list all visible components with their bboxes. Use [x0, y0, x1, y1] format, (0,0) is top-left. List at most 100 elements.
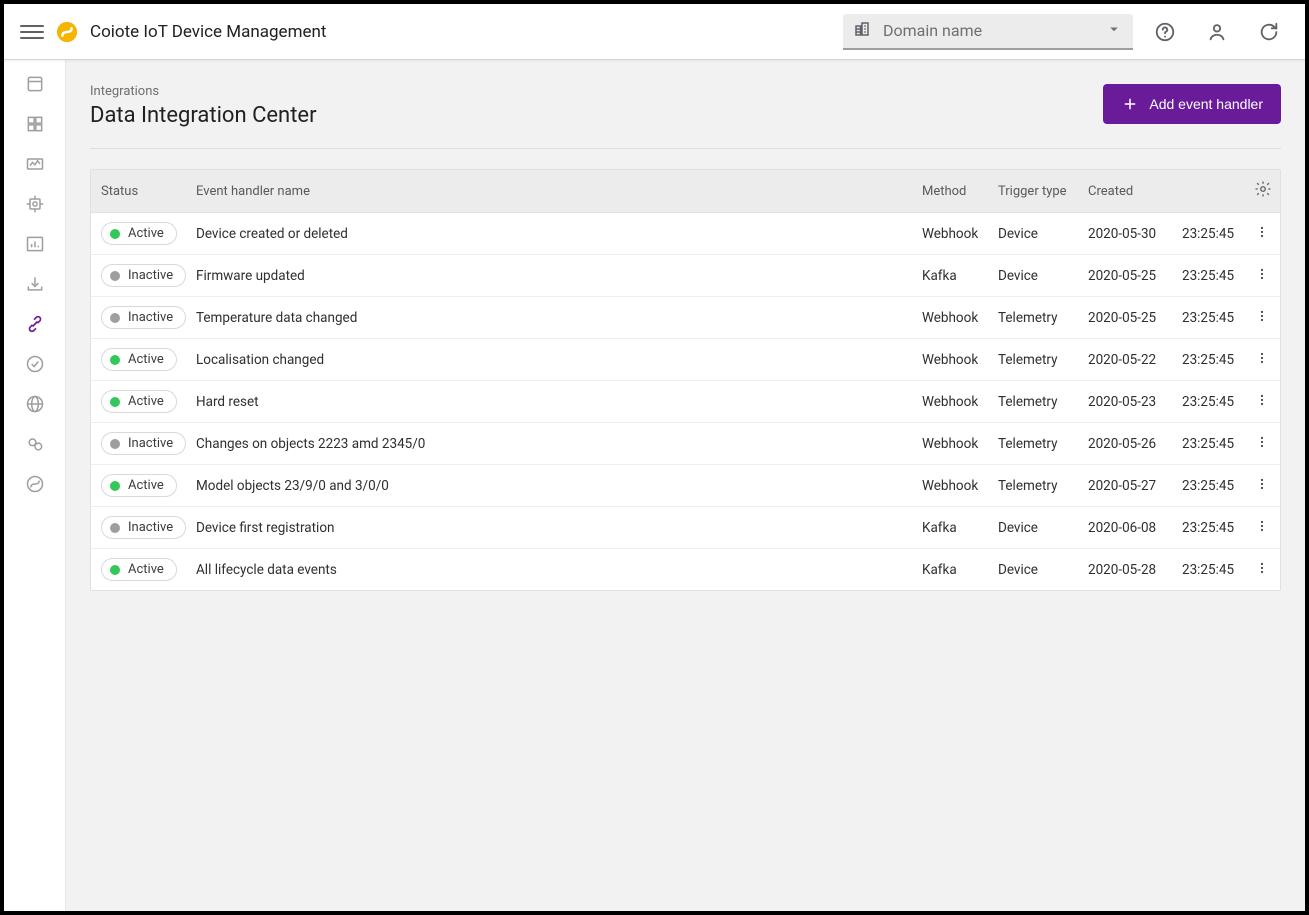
status-badge: Inactive [101, 264, 186, 287]
table-row[interactable]: InactiveFirmware updatedKafkaDevice2020-… [91, 255, 1280, 297]
status-label: Active [128, 562, 164, 577]
account-button[interactable] [1197, 12, 1237, 52]
add-event-handler-button[interactable]: Add event handler [1103, 84, 1281, 124]
row-menu-button[interactable] [1244, 549, 1280, 591]
main-content: Integrations Data Integration Center Add… [66, 60, 1305, 911]
gear-icon [1254, 180, 1272, 198]
cell-trigger: Device [988, 255, 1078, 297]
table-row[interactable]: ActiveDevice created or deletedWebhookDe… [91, 213, 1280, 255]
cell-date: 2020-05-28 [1078, 549, 1172, 591]
status-dot-icon [110, 481, 120, 491]
cell-method: Webhook [912, 465, 988, 507]
help-button[interactable] [1145, 12, 1185, 52]
status-dot-icon [110, 271, 120, 281]
status-dot-icon [110, 397, 120, 407]
menu-toggle[interactable] [20, 20, 44, 44]
chevron-down-icon [1105, 20, 1123, 42]
cell-method: Kafka [912, 255, 988, 297]
row-menu-button[interactable] [1244, 297, 1280, 339]
table-row[interactable]: ActiveLocalisation changedWebhookTelemet… [91, 339, 1280, 381]
row-menu-button[interactable] [1244, 255, 1280, 297]
th-name[interactable]: Event handler name [186, 170, 912, 213]
status-badge: Active [101, 348, 177, 371]
cell-method: Kafka [912, 507, 988, 549]
cell-time: 23:25:45 [1172, 507, 1244, 549]
cell-time: 23:25:45 [1172, 213, 1244, 255]
more-vert-icon [1254, 224, 1270, 240]
cell-trigger: Device [988, 507, 1078, 549]
th-trigger[interactable]: Trigger type [988, 170, 1078, 213]
cell-trigger: Telemetry [988, 465, 1078, 507]
sidebar-item-groups[interactable] [4, 424, 66, 464]
row-menu-button[interactable] [1244, 465, 1280, 507]
cell-name: Hard reset [186, 381, 912, 423]
cell-time: 23:25:45 [1172, 549, 1244, 591]
cell-date: 2020-05-22 [1078, 339, 1172, 381]
status-badge: Inactive [101, 432, 186, 455]
sidebar-item-download[interactable] [4, 264, 66, 304]
cell-name: Device first registration [186, 507, 912, 549]
status-label: Active [128, 394, 164, 409]
cell-trigger: Telemetry [988, 423, 1078, 465]
more-vert-icon [1254, 308, 1270, 324]
page-title: Data Integration Center [90, 103, 317, 128]
status-dot-icon [110, 565, 120, 575]
domain-select[interactable]: Domain name [843, 14, 1133, 50]
table-row[interactable]: Inactive Device first registrationKafkaDe… [91, 507, 1280, 549]
table-row[interactable]: InactiveChanges on objects 2223 amd 2345… [91, 423, 1280, 465]
cell-method: Kafka [912, 549, 988, 591]
more-vert-icon [1254, 434, 1270, 450]
cell-trigger: Device [988, 213, 1078, 255]
add-button-label: Add event handler [1149, 96, 1263, 112]
cell-method: Webhook [912, 297, 988, 339]
cell-date: 2020-05-25 [1078, 255, 1172, 297]
sidebar-item-world[interactable] [4, 384, 66, 424]
row-menu-button[interactable] [1244, 339, 1280, 381]
sidebar-item-analytics[interactable] [4, 224, 66, 264]
status-badge: Active [101, 474, 177, 497]
th-created[interactable]: Created [1078, 170, 1244, 213]
status-badge: Active [101, 558, 177, 581]
breadcrumb: Integrations [90, 84, 317, 99]
row-menu-button[interactable] [1244, 213, 1280, 255]
cell-name: Changes on objects 2223 amd 2345/0 [186, 423, 912, 465]
row-menu-button[interactable] [1244, 423, 1280, 465]
sidebar-item-devices[interactable] [4, 64, 66, 104]
row-menu-button[interactable] [1244, 507, 1280, 549]
th-settings[interactable] [1244, 170, 1280, 213]
cell-date: 2020-06-08 [1078, 507, 1172, 549]
row-menu-button[interactable] [1244, 381, 1280, 423]
sidebar-item-monitoring[interactable] [4, 144, 66, 184]
sidebar-item-firmware[interactable] [4, 184, 66, 224]
refresh-button[interactable] [1249, 12, 1289, 52]
cell-name: Temperature data changed [186, 297, 912, 339]
cell-time: 23:25:45 [1172, 381, 1244, 423]
sidebar-item-tasks[interactable] [4, 344, 66, 384]
more-vert-icon [1254, 518, 1270, 534]
cell-trigger: Device [988, 549, 1078, 591]
sidebar-item-admin[interactable] [4, 464, 66, 504]
more-vert-icon [1254, 266, 1270, 282]
table-row[interactable]: InactiveTemperature data changedWebhookT… [91, 297, 1280, 339]
th-status[interactable]: Status [91, 170, 186, 213]
status-dot-icon [110, 355, 120, 365]
page-header: Integrations Data Integration Center Add… [90, 84, 1281, 149]
sidebar [4, 60, 66, 911]
sidebar-item-dashboard[interactable] [4, 104, 66, 144]
cell-name: Localisation changed [186, 339, 912, 381]
cell-trigger: Telemetry [988, 381, 1078, 423]
app-title: Coiote IoT Device Management [90, 22, 326, 42]
cell-method: Webhook [912, 213, 988, 255]
status-badge: Inactive [101, 516, 186, 539]
table-row[interactable]: ActiveHard resetWebhookTelemetry2020-05-… [91, 381, 1280, 423]
cell-date: 2020-05-25 [1078, 297, 1172, 339]
domain-select-label: Domain name [883, 21, 982, 40]
status-dot-icon [110, 229, 120, 239]
table-row[interactable]: Active Model objects 23/9/0 and 3/0/0Webh… [91, 465, 1280, 507]
status-label: Inactive [128, 520, 173, 535]
status-dot-icon [110, 523, 120, 533]
sidebar-item-integrations[interactable] [4, 304, 66, 344]
table-row[interactable]: ActiveAll lifecycle data eventsKafkaDevi… [91, 549, 1280, 591]
th-method[interactable]: Method [912, 170, 988, 213]
cell-name: Model objects 23/9/0 and 3/0/0 [186, 465, 912, 507]
